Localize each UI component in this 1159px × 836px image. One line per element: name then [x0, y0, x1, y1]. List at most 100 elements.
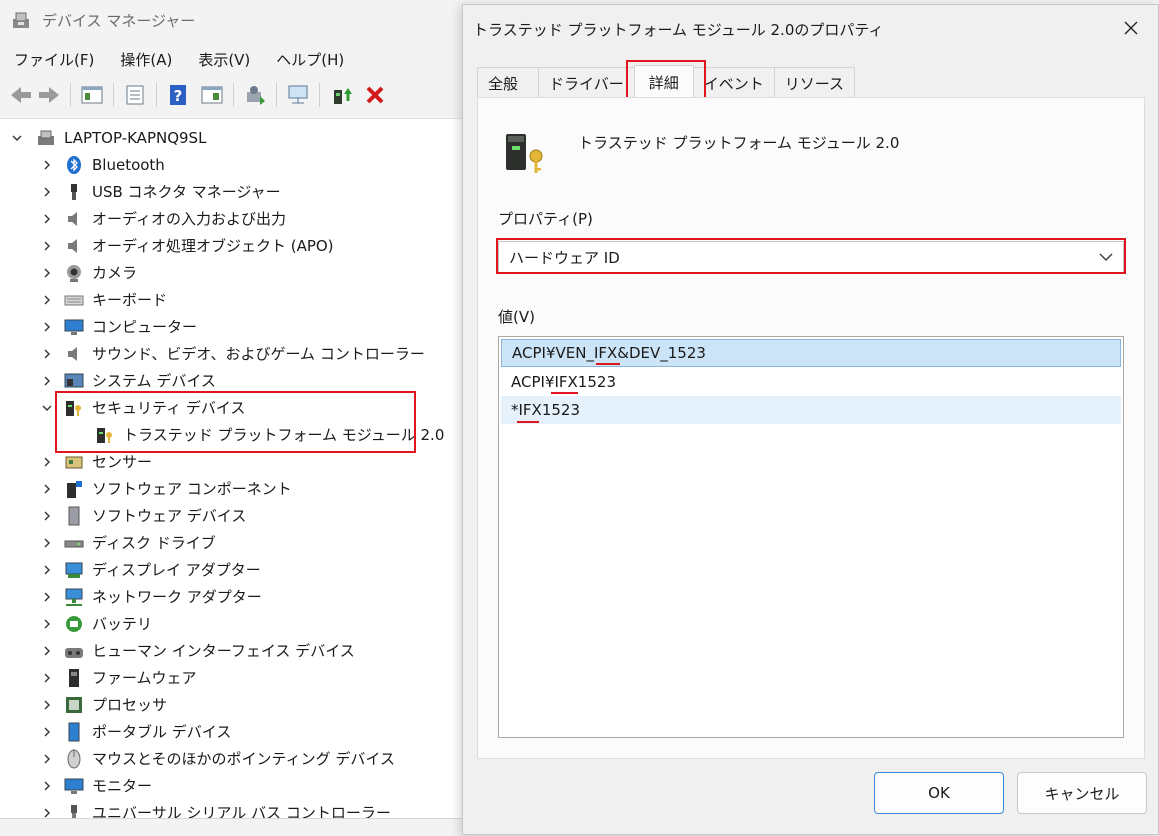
tree-item-label: プロセッサ	[92, 696, 168, 714]
chevron-right-icon[interactable]	[40, 644, 54, 658]
tree-item-label: システム デバイス	[92, 372, 216, 390]
property-select[interactable]: ハードウェア ID	[498, 241, 1124, 273]
tree-category[interactable]: ヒューマン インターフェイス デバイス	[40, 637, 355, 664]
tab-details[interactable]: 詳細	[633, 65, 694, 98]
help-icon[interactable]: ?	[165, 82, 191, 108]
system-device-icon	[64, 371, 84, 391]
tree-category[interactable]: サウンド、ビデオ、およびゲーム コントローラー	[40, 340, 425, 367]
list-item[interactable]: ACPI¥VEN_IFX&DEV_1523	[501, 339, 1121, 367]
device-list-icon[interactable]	[122, 82, 148, 108]
value-label: 値(V)	[498, 308, 535, 326]
tree-category[interactable]: カメラ	[40, 259, 137, 286]
chevron-right-icon[interactable]	[40, 725, 54, 739]
uninstall-device-icon[interactable]	[362, 82, 388, 108]
chevron-right-icon[interactable]	[40, 779, 54, 793]
list-item[interactable]: ACPI¥IFX1523	[501, 368, 1121, 396]
menu-bar: ファイル(F) 操作(A) 表示(V) ヘルプ(H)	[0, 44, 356, 74]
chevron-right-icon[interactable]	[40, 671, 54, 685]
chevron-right-icon[interactable]	[40, 509, 54, 523]
tree-category[interactable]: オーディオ処理オブジェクト (APO)	[40, 232, 334, 259]
dialog-title: トラステッド プラットフォーム モジュール 2.0のプロパティ	[473, 21, 884, 39]
forward-arrow-icon[interactable]	[36, 82, 62, 108]
tab-general[interactable]: 全般	[477, 67, 540, 98]
cancel-button[interactable]: キャンセル	[1017, 772, 1147, 814]
chevron-right-icon[interactable]	[40, 563, 54, 577]
portable-device-icon	[64, 722, 84, 742]
menu-view[interactable]: 表示(V)	[184, 49, 262, 70]
tree-item-label: バッテリ	[92, 615, 153, 633]
security-device-icon	[64, 398, 84, 418]
chevron-right-icon[interactable]	[40, 320, 54, 334]
property-select-value: ハードウェア ID	[509, 248, 620, 267]
tree-category[interactable]: ディスプレイ アダプター	[40, 556, 261, 583]
chevron-right-icon[interactable]	[40, 266, 54, 280]
list-item[interactable]: *IFX1523	[501, 396, 1121, 424]
menu-action[interactable]: 操作(A)	[106, 49, 184, 70]
chevron-right-icon[interactable]	[40, 482, 54, 496]
chevron-right-icon[interactable]	[40, 617, 54, 631]
tree-category[interactable]: システム デバイス	[40, 367, 216, 394]
tree-category[interactable]: バッテリ	[40, 610, 152, 637]
property-label: プロパティ(P)	[498, 210, 593, 228]
tree-category[interactable]: USB コネクタ マネージャー	[40, 178, 281, 205]
tab-driver[interactable]: ドライバー	[538, 67, 635, 98]
tree-category[interactable]: Bluetooth	[40, 151, 165, 178]
chevron-right-icon[interactable]	[40, 239, 54, 253]
chevron-right-icon[interactable]	[40, 185, 54, 199]
tree-category[interactable]: モニター	[40, 772, 152, 799]
tree-category[interactable]: オーディオの入力および出力	[40, 205, 286, 232]
chevron-right-icon[interactable]	[40, 455, 54, 469]
tree-item-tpm[interactable]: トラステッド プラットフォーム モジュール 2.0	[95, 421, 444, 448]
menu-help[interactable]: ヘルプ(H)	[262, 49, 356, 70]
menu-file[interactable]: ファイル(F)	[0, 49, 106, 70]
chevron-down-icon[interactable]	[1097, 248, 1115, 270]
device-tree: LAPTOP-KAPNQ9SL Bluetooth USB コネクタ マネージャー…	[0, 118, 470, 822]
tree-category[interactable]: ソフトウェア コンポーネント	[40, 475, 292, 502]
tree-category[interactable]: ディスク ドライブ	[40, 529, 216, 556]
tree-category[interactable]: コンピューター	[40, 313, 197, 340]
tree-root[interactable]: LAPTOP-KAPNQ9SL	[10, 124, 206, 151]
tab-events[interactable]: イベント	[692, 67, 775, 98]
tree-category[interactable]: ポータブル デバイス	[40, 718, 231, 745]
root-label: LAPTOP-KAPNQ9SL	[64, 128, 207, 147]
tree-category[interactable]: ネットワーク アダプター	[40, 583, 262, 610]
chevron-right-icon[interactable]	[40, 536, 54, 550]
chevron-down-icon[interactable]	[10, 131, 24, 145]
tree-item-label: カメラ	[92, 264, 138, 282]
chevron-right-icon[interactable]	[40, 698, 54, 712]
show-hidden-icon[interactable]	[199, 82, 225, 108]
battery-icon	[64, 614, 84, 634]
tab-resources[interactable]: リソース	[773, 67, 856, 98]
update-driver-icon[interactable]	[285, 82, 311, 108]
firmware-icon	[64, 668, 84, 688]
value-list[interactable]: ACPI¥VEN_IFX&DEV_1523 ACPI¥IFX1523 *IFX1…	[498, 336, 1124, 738]
tree-category[interactable]: セキュリティ デバイス	[40, 394, 245, 421]
chevron-right-icon[interactable]	[40, 158, 54, 172]
chevron-right-icon[interactable]	[40, 347, 54, 361]
window-title: デバイス マネージャー	[42, 11, 196, 30]
ok-button[interactable]: OK	[874, 772, 1004, 814]
properties-pane-icon[interactable]	[79, 82, 105, 108]
chevron-right-icon[interactable]	[40, 590, 54, 604]
tree-category[interactable]: ソフトウェア デバイス	[40, 502, 246, 529]
properties-dialog: トラステッド プラットフォーム モジュール 2.0のプロパティ 全般 ドライバー…	[462, 4, 1159, 835]
enable-device-icon[interactable]	[328, 82, 354, 108]
tree-item-label: オーディオ処理オブジェクト (APO)	[92, 237, 334, 255]
tree-item-label: USB コネクタ マネージャー	[92, 183, 281, 201]
chevron-down-icon[interactable]	[40, 401, 54, 415]
chevron-right-icon[interactable]	[40, 212, 54, 226]
chevron-right-icon[interactable]	[40, 293, 54, 307]
tree-category[interactable]: マウスとそのほかのポインティング デバイス	[40, 745, 395, 772]
tree-item-label: ソフトウェア コンポーネント	[92, 480, 292, 498]
keyboard-icon	[64, 290, 84, 310]
chevron-right-icon[interactable]	[40, 752, 54, 766]
back-arrow-icon[interactable]	[8, 82, 34, 108]
scan-hardware-icon[interactable]	[242, 82, 268, 108]
tree-category[interactable]: ファームウェア	[40, 664, 197, 691]
network-adapter-icon	[64, 587, 84, 607]
chevron-right-icon[interactable]	[40, 374, 54, 388]
tree-category[interactable]: キーボード	[40, 286, 167, 313]
tree-category[interactable]: センサー	[40, 448, 152, 475]
tree-category[interactable]: プロセッサ	[40, 691, 167, 718]
close-icon[interactable]	[1118, 15, 1144, 41]
